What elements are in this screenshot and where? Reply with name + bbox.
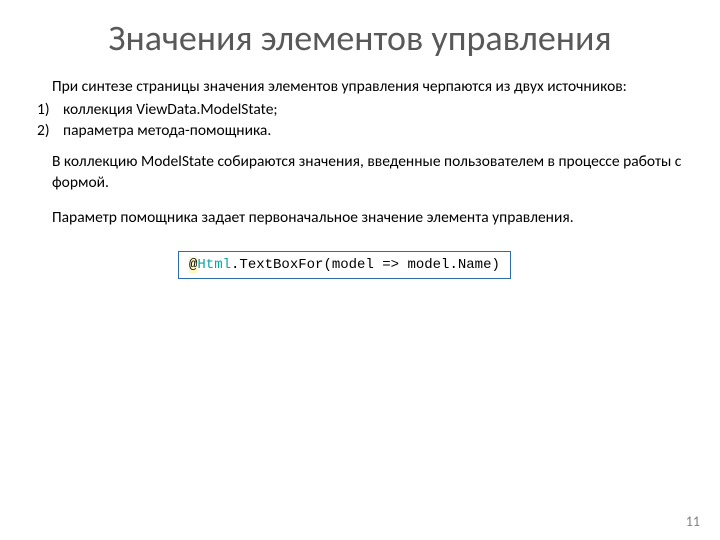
code-container: @Html.TextBoxFor(model => model.Name) [38,251,682,279]
code-token-method: TextBoxFor [239,257,323,273]
paragraph-modelstate: В коллекцию ModelState собираются значен… [38,152,682,194]
paragraph-helper-param: Параметр помощника задает первоначальное… [38,208,682,229]
code-token-args: (model => model.Name) [323,257,499,273]
list-item-number: 1) [37,100,63,121]
intro-block: При синтезе страницы значения элементов … [38,77,682,142]
code-token-html: Html [197,257,231,273]
list-item: 1)коллекция ViewData.ModelState; [37,100,682,121]
intro-text: При синтезе страницы значения элементов … [52,77,682,98]
slide-title: Значения элементов управления [38,18,682,59]
list-item-text: параметра метода-помощника. [63,121,271,140]
code-snippet: @Html.TextBoxFor(model => model.Name) [178,251,511,279]
list-item-number: 2) [37,121,63,142]
page-number: 11 [686,513,700,530]
list-item: 2)параметра метода-помощника. [37,121,682,142]
list-item-text: коллекция ViewData.ModelState; [63,100,278,119]
source-list: 1)коллекция ViewData.ModelState; 2)парам… [52,100,682,142]
